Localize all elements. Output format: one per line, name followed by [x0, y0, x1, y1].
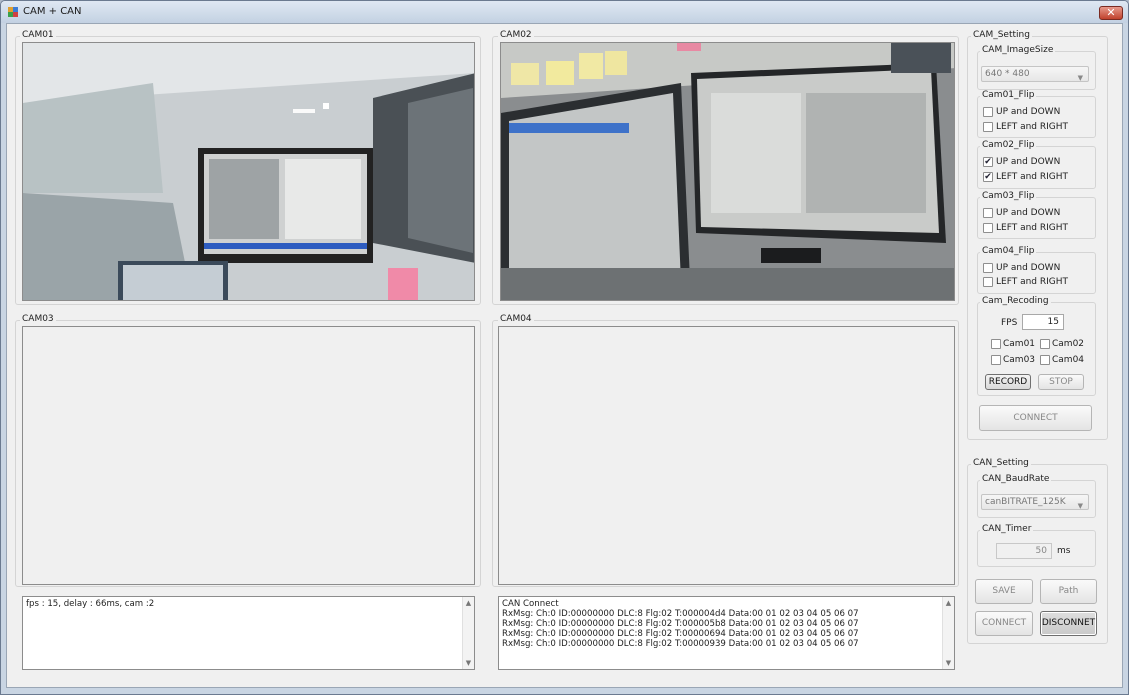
cam02-video	[500, 42, 955, 301]
recording-title: Cam_Recoding	[980, 296, 1051, 306]
can-log-line: CAN Connect	[502, 599, 559, 609]
cam-status-log[interactable]: fps : 15, delay : 66ms, cam :2	[22, 596, 475, 670]
cam-log-scrollbar[interactable]: ▲ ▼	[462, 597, 474, 669]
check-icon: ✔	[984, 157, 992, 167]
scroll-down-icon[interactable]: ▼	[943, 657, 954, 669]
cam02-flip-group	[977, 146, 1096, 189]
record-cam03-checkbox[interactable]	[991, 355, 1001, 365]
baudrate-value: canBITRATE_125K	[985, 497, 1066, 507]
cam04-leftright-label: LEFT and RIGHT	[996, 277, 1069, 287]
cam01-leftright-label: LEFT and RIGHT	[996, 122, 1069, 132]
cam04-video	[498, 326, 955, 585]
cam01-video	[22, 42, 475, 301]
cam02-leftright-checkbox[interactable]: ✔	[983, 172, 993, 182]
timer-title: CAN_Timer	[980, 524, 1034, 534]
can-message-log[interactable]: CAN Connect RxMsg: Ch:0 ID:00000000 DLC:…	[498, 596, 955, 670]
cam03-leftright-label: LEFT and RIGHT	[996, 223, 1069, 233]
can-log-line: RxMsg: Ch:0 ID:00000000 DLC:8 Flg:02 T:0…	[502, 619, 859, 629]
cam02-label: CAM02	[498, 30, 534, 40]
cam04-label: CAM04	[498, 314, 534, 324]
cam-setting-title: CAM_Setting	[971, 30, 1032, 40]
cam01-label: CAM01	[20, 30, 56, 40]
cam-log-line: fps : 15, delay : 66ms, cam :2	[26, 599, 155, 609]
stop-button[interactable]: STOP	[1038, 374, 1084, 390]
baudrate-title: CAN_BaudRate	[980, 474, 1052, 484]
record-cam04-label: Cam04	[1052, 355, 1085, 365]
close-button[interactable]: ✕	[1099, 6, 1123, 20]
cam03-updown-checkbox[interactable]	[983, 208, 993, 218]
path-button[interactable]: Path	[1040, 579, 1097, 604]
cam04-flip-group	[977, 252, 1096, 294]
baudrate-select[interactable]: canBITRATE_125K ▼	[981, 494, 1089, 510]
can-log-scrollbar[interactable]: ▲ ▼	[942, 597, 954, 669]
cam04-updown-checkbox[interactable]	[983, 263, 993, 273]
app-icon	[7, 6, 19, 18]
record-cam02-label: Cam02	[1052, 339, 1085, 349]
fps-label: FPS	[1001, 318, 1018, 328]
cam01-updown-checkbox[interactable]	[983, 107, 993, 117]
chevron-down-icon: ▼	[1077, 502, 1083, 510]
cam03-label: CAM03	[20, 314, 56, 324]
record-cam01-checkbox[interactable]	[991, 339, 1001, 349]
cam01-flip-title: Cam01_Flip	[980, 90, 1037, 100]
cam04-flip-title: Cam04_Flip	[980, 246, 1037, 256]
cam01-leftright-checkbox[interactable]	[983, 122, 993, 132]
scroll-up-icon[interactable]: ▲	[943, 597, 954, 609]
can-setting-title: CAN_Setting	[971, 458, 1031, 468]
cam-connect-button[interactable]: CONNECT	[979, 405, 1092, 431]
image-size-title: CAM_ImageSize	[980, 45, 1056, 55]
can-disconnect-button[interactable]: DISCONNET	[1040, 611, 1097, 636]
cam03-video	[22, 326, 475, 585]
cam01-updown-label: UP and DOWN	[996, 107, 1061, 117]
check-icon: ✔	[984, 172, 992, 182]
scroll-up-icon[interactable]: ▲	[463, 597, 474, 609]
scroll-down-icon[interactable]: ▼	[463, 657, 474, 669]
fps-input[interactable]: 15	[1022, 314, 1064, 330]
cam04-updown-label: UP and DOWN	[996, 263, 1061, 273]
chevron-down-icon: ▼	[1077, 74, 1083, 82]
image-size-select[interactable]: 640 * 480 ▼	[981, 66, 1089, 82]
timer-input[interactable]: 50	[996, 543, 1052, 559]
record-cam03-label: Cam03	[1003, 355, 1036, 365]
can-log-line: RxMsg: Ch:0 ID:00000000 DLC:8 Flg:02 T:0…	[502, 609, 859, 619]
cam02-leftright-label: LEFT and RIGHT	[996, 172, 1069, 182]
can-log-line: RxMsg: Ch:0 ID:00000000 DLC:8 Flg:02 T:0…	[502, 639, 859, 649]
window-title: CAM + CAN	[23, 6, 82, 17]
record-button[interactable]: RECORD	[985, 374, 1031, 390]
client-area: CAM01 CAM02 CAM03 CAM04 fps: 15, delay …	[6, 23, 1123, 688]
timer-unit: ms	[1057, 546, 1071, 556]
cam02-flip-title: Cam02_Flip	[980, 140, 1037, 150]
record-cam02-checkbox[interactable]	[1040, 339, 1050, 349]
cam04-leftright-checkbox[interactable]	[983, 277, 993, 287]
cam03-flip-title: Cam03_Flip	[980, 191, 1037, 201]
record-cam01-label: Cam01	[1003, 339, 1036, 349]
cam03-leftright-checkbox[interactable]	[983, 223, 993, 233]
cam02-updown-checkbox[interactable]: ✔	[983, 157, 993, 167]
cam03-updown-label: UP and DOWN	[996, 208, 1061, 218]
can-connect-button[interactable]: CONNECT	[975, 611, 1033, 636]
can-log-line: RxMsg: Ch:0 ID:00000000 DLC:8 Flg:02 T:0…	[502, 629, 859, 639]
title-bar[interactable]: CAM + CAN ✕	[1, 1, 1128, 23]
image-size-value: 640 * 480	[985, 69, 1030, 79]
save-button[interactable]: SAVE	[975, 579, 1033, 604]
cam02-updown-label: UP and DOWN	[996, 157, 1061, 167]
record-cam04-checkbox[interactable]	[1040, 355, 1050, 365]
